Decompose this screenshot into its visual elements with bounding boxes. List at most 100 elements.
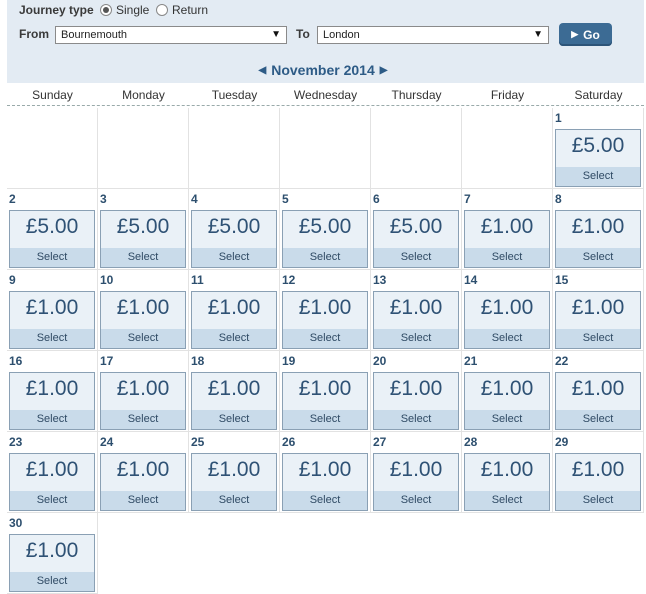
journey-type-label: Journey type xyxy=(19,3,94,17)
calendar-day-cell: 13 £1.00 Select xyxy=(371,270,462,351)
go-button[interactable]: ▶ Go xyxy=(559,23,612,46)
calendar-day-cell: 10 £1.00 Select xyxy=(98,270,189,351)
fare-price: £5.00 xyxy=(389,215,443,238)
fare-option[interactable]: £1.00 Select xyxy=(9,534,95,592)
fare-option[interactable]: £1.00 Select xyxy=(191,372,277,430)
select-fare-button[interactable]: Select xyxy=(465,248,549,267)
from-label: From xyxy=(19,27,49,41)
fare-option[interactable]: £1.00 Select xyxy=(100,372,186,430)
fare-option[interactable]: £1.00 Select xyxy=(464,291,550,349)
fare-price: £1.00 xyxy=(25,458,79,481)
fare-option[interactable]: £1.00 Select xyxy=(9,372,95,430)
radio-return[interactable]: Return xyxy=(156,3,208,17)
select-fare-button[interactable]: Select xyxy=(465,491,549,510)
radio-single[interactable]: Single xyxy=(100,3,149,17)
weekday-header: Monday xyxy=(122,88,165,102)
select-fare-button[interactable]: Select xyxy=(374,410,458,429)
to-select[interactable]: London ▼ xyxy=(317,26,549,44)
day-number: 27 xyxy=(373,435,387,449)
fare-price: £5.00 xyxy=(298,215,352,238)
fare-option[interactable]: £5.00 Select xyxy=(191,210,277,268)
previous-month-icon[interactable]: ◀ xyxy=(259,65,267,76)
from-select[interactable]: Bournemouth ▼ xyxy=(55,26,287,44)
fare-option[interactable]: £1.00 Select xyxy=(191,291,277,349)
fare-option[interactable]: £5.00 Select xyxy=(373,210,459,268)
calendar-day-cell: 28 £1.00 Select xyxy=(462,432,553,513)
fare-option[interactable]: £1.00 Select xyxy=(100,291,186,349)
select-fare-button[interactable]: Select xyxy=(283,410,367,429)
select-fare-button[interactable]: Select xyxy=(283,248,367,267)
select-fare-button[interactable]: Select xyxy=(101,329,185,348)
fare-option[interactable]: £1.00 Select xyxy=(464,453,550,511)
select-fare-button[interactable]: Select xyxy=(283,491,367,510)
day-number: 12 xyxy=(282,273,296,287)
fare-option[interactable]: £1.00 Select xyxy=(282,372,368,430)
select-fare-button[interactable]: Select xyxy=(556,491,640,510)
select-fare-button[interactable]: Select xyxy=(10,329,94,348)
day-number: 15 xyxy=(555,273,569,287)
select-fare-button[interactable]: Select xyxy=(192,410,276,429)
select-fare-button[interactable]: Select xyxy=(10,491,94,510)
fare-price: £1.00 xyxy=(298,458,352,481)
fare-option[interactable]: £1.00 Select xyxy=(464,210,550,268)
fare-option[interactable]: £1.00 Select xyxy=(555,291,641,349)
play-icon: ▶ xyxy=(571,29,579,39)
select-fare-button[interactable]: Select xyxy=(10,248,94,267)
select-fare-button[interactable]: Select xyxy=(192,329,276,348)
fare-option[interactable]: £1.00 Select xyxy=(373,291,459,349)
select-fare-button[interactable]: Select xyxy=(374,491,458,510)
day-number: 22 xyxy=(555,354,569,368)
day-number: 14 xyxy=(464,273,478,287)
calendar-day-cell: 12 £1.00 Select xyxy=(280,270,371,351)
fare-price: £1.00 xyxy=(389,377,443,400)
select-fare-button[interactable]: Select xyxy=(101,410,185,429)
weekday-header: Wednesday xyxy=(293,88,358,102)
select-fare-button[interactable]: Select xyxy=(556,410,640,429)
fare-option[interactable]: £1.00 Select xyxy=(9,453,95,511)
fare-option[interactable]: £1.00 Select xyxy=(100,453,186,511)
select-fare-button[interactable]: Select xyxy=(10,572,94,591)
calendar-day-cell: 26 £1.00 Select xyxy=(280,432,371,513)
select-fare-button[interactable]: Select xyxy=(101,491,185,510)
fare-option[interactable]: £1.00 Select xyxy=(191,453,277,511)
calendar-day-cell: 2 £5.00 Select xyxy=(7,189,98,270)
fare-option[interactable]: £5.00 Select xyxy=(100,210,186,268)
fare-option[interactable]: £1.00 Select xyxy=(373,453,459,511)
month-navigation: ◀ November 2014 ▶ xyxy=(0,62,646,78)
select-fare-button[interactable]: Select xyxy=(556,167,640,186)
select-fare-button[interactable]: Select xyxy=(283,329,367,348)
fare-option[interactable]: £1.00 Select xyxy=(464,372,550,430)
fare-option[interactable]: £5.00 Select xyxy=(9,210,95,268)
day-number: 17 xyxy=(100,354,114,368)
fare-option[interactable]: £1.00 Select xyxy=(555,210,641,268)
fare-option[interactable]: £1.00 Select xyxy=(373,372,459,430)
select-fare-button[interactable]: Select xyxy=(192,248,276,267)
select-fare-button[interactable]: Select xyxy=(192,491,276,510)
fare-option[interactable]: £1.00 Select xyxy=(9,291,95,349)
calendar-day-cell: 30 £1.00 Select xyxy=(7,513,98,594)
next-month-icon[interactable]: ▶ xyxy=(380,65,388,76)
select-fare-button[interactable]: Select xyxy=(556,248,640,267)
fare-option[interactable]: £5.00 Select xyxy=(282,210,368,268)
fare-option[interactable]: £1.00 Select xyxy=(555,372,641,430)
day-number: 23 xyxy=(9,435,23,449)
calendar-day-cell: 9 £1.00 Select xyxy=(7,270,98,351)
fare-price: £1.00 xyxy=(571,377,625,400)
fare-price: £1.00 xyxy=(116,296,170,319)
calendar-day-cell: 24 £1.00 Select xyxy=(98,432,189,513)
select-fare-button[interactable]: Select xyxy=(465,329,549,348)
fare-option[interactable]: £5.00 Select xyxy=(555,129,641,187)
calendar-day-cell: 27 £1.00 Select xyxy=(371,432,462,513)
fare-option[interactable]: £1.00 Select xyxy=(282,291,368,349)
select-fare-button[interactable]: Select xyxy=(10,410,94,429)
fare-option[interactable]: £1.00 Select xyxy=(282,453,368,511)
calendar-day-cell: 19 £1.00 Select xyxy=(280,351,371,432)
fare-option[interactable]: £1.00 Select xyxy=(555,453,641,511)
select-fare-button[interactable]: Select xyxy=(465,410,549,429)
radio-checked-icon xyxy=(100,4,112,16)
select-fare-button[interactable]: Select xyxy=(374,248,458,267)
select-fare-button[interactable]: Select xyxy=(101,248,185,267)
select-fare-button[interactable]: Select xyxy=(374,329,458,348)
select-fare-button[interactable]: Select xyxy=(556,329,640,348)
day-number: 29 xyxy=(555,435,569,449)
